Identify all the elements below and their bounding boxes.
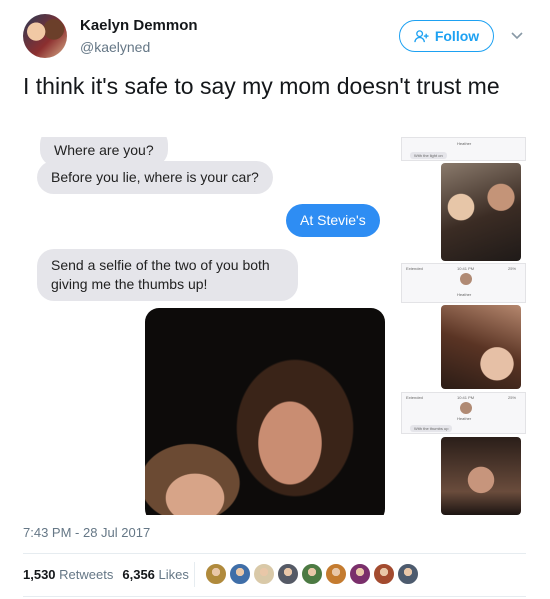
mini-time: 10:41 PM [457, 266, 475, 271]
mini-battery: 25% [508, 266, 517, 271]
tweet-text: I think it's safe to say my mom doesn't … [23, 73, 500, 99]
tweet-header: Kaelyn Demmon @kaelyned Follow [0, 0, 550, 66]
follow-button-label: Follow [434, 28, 480, 44]
mini-time: 10:41 PM [457, 395, 475, 400]
add-user-icon [414, 29, 429, 42]
liker-avatar[interactable] [229, 563, 251, 585]
selfie-photo [145, 308, 385, 515]
liker-avatar[interactable] [325, 563, 347, 585]
mini-contact-avatar [460, 402, 472, 414]
liker-avatar[interactable] [373, 563, 395, 585]
mini-carrier: Extended [406, 395, 423, 400]
like-stat[interactable]: 6,356 Likes [122, 567, 189, 582]
tweet-timestamp[interactable]: 7:43 PM - 28 Jul 2017 [23, 525, 150, 540]
mini-status-bar: Extended 10:41 PM 25% Heather [401, 263, 526, 303]
liker-avatars [205, 563, 419, 585]
message-bubble-incoming: Before you lie, where is your car? [37, 161, 273, 194]
message-bubble-outgoing: At Stevie's [286, 204, 380, 237]
mini-caption: With the light on [410, 152, 447, 159]
mini-battery: 25% [508, 395, 517, 400]
divider [194, 562, 195, 587]
divider [23, 553, 526, 554]
retweets-count: 1,530 [23, 567, 56, 582]
tweet-stats: 1,530 Retweets 6,356 Likes [23, 567, 189, 582]
message-bubble-incoming: Send a selfie of the two of you both giv… [37, 249, 298, 301]
mini-caption: With the thumbs up [410, 425, 453, 432]
tweet-media[interactable]: Where are you? Before you lie, where is … [23, 137, 526, 515]
user-name[interactable]: Kaelyn Demmon [80, 17, 198, 34]
mini-contact-name: Heather [457, 292, 472, 297]
mini-chat-header: Heather With the light on [401, 137, 526, 161]
mini-photo [441, 437, 521, 515]
follow-button[interactable]: Follow [399, 20, 494, 52]
liker-avatar[interactable] [349, 563, 371, 585]
mini-photo [441, 305, 521, 389]
liker-avatar[interactable] [301, 563, 323, 585]
mini-status-bar: Extended 10:41 PM 25% Heather With the t… [401, 392, 526, 434]
user-avatar[interactable] [23, 14, 67, 58]
mini-contact-avatar [460, 273, 472, 285]
liker-avatar[interactable] [205, 563, 227, 585]
thumbnail-strip: Heather With the light on Extended 10:41… [401, 137, 526, 515]
imessage-screenshot: Where are you? Before you lie, where is … [23, 137, 403, 515]
divider [23, 596, 526, 597]
likes-count: 6,356 [122, 567, 155, 582]
liker-avatar[interactable] [253, 563, 275, 585]
chevron-down-icon[interactable] [510, 28, 524, 42]
retweets-label: Retweets [59, 567, 114, 582]
mini-contact-name: Heather [457, 416, 472, 421]
mini-carrier: Extended [406, 266, 423, 271]
liker-avatar[interactable] [397, 563, 419, 585]
liker-avatar[interactable] [277, 563, 299, 585]
retweet-stat[interactable]: 1,530 Retweets [23, 567, 113, 582]
likes-label: Likes [158, 567, 189, 582]
mini-photo [441, 163, 521, 261]
user-handle[interactable]: @kaelyned [80, 39, 150, 55]
mini-contact-name: Heather [457, 141, 472, 146]
